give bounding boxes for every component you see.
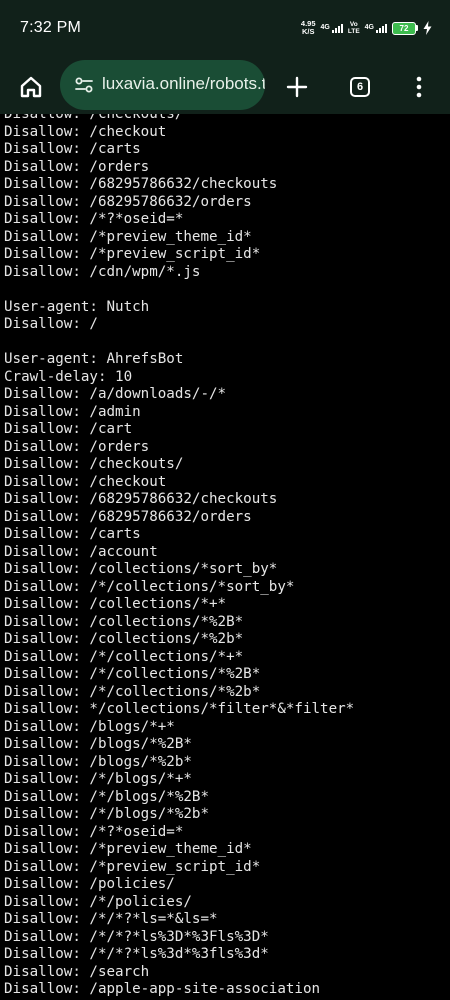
new-tab-button[interactable] (282, 72, 312, 102)
text-line: Disallow: /cdn/wpm/*.js (4, 263, 201, 280)
battery-icon: 72 (392, 21, 416, 35)
text-line: Disallow: /*/collections/*%2B* (4, 666, 261, 682)
text-line: User-agent: Nutch (4, 298, 150, 315)
text-line: Disallow: /blogs/*%2b* (4, 753, 192, 770)
text-line: Disallow: /cart (4, 421, 133, 437)
sim1-network-label: 4G (320, 23, 330, 31)
text-line: Disallow: /68295786632/checkouts (4, 491, 278, 507)
sim2-network-label: 4G (364, 23, 374, 31)
text-line: Disallow: /collections/*%2B* (4, 613, 244, 630)
browser-toolbar: luxavia.online/robots.txt 6 (0, 58, 450, 114)
text-line: Disallow: /*/*?*ls%3d*%3fls%3d* (4, 946, 269, 962)
more-vert-icon (415, 75, 423, 99)
text-line: Disallow: /collections/*%2b* (4, 631, 244, 647)
tab-count: 6 (350, 77, 370, 97)
text-line: Disallow: / (4, 316, 98, 332)
text-line: Disallow: /*/collections/*%2b* (4, 683, 261, 700)
text-line: Disallow: /68295786632/orders (4, 193, 252, 210)
battery-level: 72 (399, 23, 409, 33)
text-line: Disallow: /*/blogs/*+* (4, 771, 192, 787)
charging-bolt-icon (423, 21, 432, 35)
text-line: Disallow: /*/*?*ls=*&ls=* (4, 911, 218, 927)
signal-sim2-icon: 4G (364, 23, 387, 33)
network-speed-unit: K/S (301, 27, 315, 36)
robots-txt-content: Disallow: /checkouts/Disallow: /checkout… (0, 114, 450, 1000)
text-line: Disallow: /*/*?*ls%3D*%3Fls%3D* (4, 928, 269, 945)
text-line: Disallow: /apple-app-site-association (4, 981, 321, 997)
text-line: Disallow: /account (4, 543, 158, 560)
status-bar: 7:32 PM 4.95 K/S 4G Vo LTE 4G 72 (0, 0, 450, 58)
plus-icon (285, 75, 309, 99)
tab-switcher-button[interactable]: 6 (345, 72, 375, 102)
text-line: Disallow: /*preview_theme_id* (4, 841, 252, 857)
text-line: Disallow: /blogs/*+* (4, 718, 175, 735)
text-line (4, 334, 354, 352)
text-line: Disallow: /*/blogs/*%2B* (4, 788, 209, 805)
status-indicators: 4.95 K/S 4G Vo LTE 4G 72 (301, 17, 432, 39)
text-line: Disallow: /checkouts/ (4, 114, 184, 122)
text-line: Disallow: /*preview_script_id* (4, 246, 261, 262)
text-line: Disallow: /68295786632/checkouts (4, 176, 278, 192)
text-line: Disallow: /*/policies/ (4, 893, 192, 910)
text-line: Disallow: /*/collections/*sort_by* (4, 578, 295, 595)
text-line: Disallow: /*/collections/*+* (4, 648, 244, 665)
url-text: luxavia.online/robots.txt (102, 74, 265, 93)
text-line: Disallow: /a/downloads/-/* (4, 386, 227, 402)
home-icon (18, 74, 44, 100)
text-line: Disallow: /search (4, 963, 150, 980)
text-line: User-agent: AhrefsBot (4, 351, 184, 367)
text-line: Disallow: /checkouts/ (4, 456, 184, 472)
network-speed: 4.95 K/S (301, 20, 316, 36)
status-time: 7:32 PM (20, 19, 81, 36)
volte-bottom-label: LTE (347, 28, 360, 35)
text-line: Disallow: /*preview_script_id* (4, 858, 261, 875)
volte-icon: Vo LTE (348, 21, 360, 35)
text-line: Disallow: /admin (4, 403, 141, 420)
text-line: Disallow: /collections/*sort_by* (4, 561, 278, 577)
menu-button[interactable] (404, 72, 434, 102)
text-line: Disallow: /carts (4, 526, 141, 542)
text-line: Disallow: /policies/ (4, 876, 175, 892)
text-line: Disallow: /*/blogs/*%2b* (4, 806, 209, 822)
text-line: Disallow: */collections/*filter*&*filter… (4, 701, 355, 717)
text-line (4, 281, 354, 299)
text-line: Disallow: /*preview_theme_id* (4, 228, 252, 245)
text-line: Disallow: /carts (4, 141, 141, 157)
text-line: Disallow: /collections/*+* (4, 596, 227, 612)
robots-txt-lines: Disallow: /checkouts/Disallow: /checkout… (4, 114, 354, 999)
text-line: Disallow: /68295786632/orders (4, 508, 252, 525)
text-line: Disallow: /*?*oseid=* (4, 823, 184, 840)
text-line: Disallow: /checkout (4, 473, 167, 490)
text-line: Disallow: /*?*oseid=* (4, 211, 184, 227)
text-line: Disallow: /orders (4, 158, 150, 175)
home-button[interactable] (16, 72, 46, 102)
text-line: Disallow: /blogs/*%2B* (4, 736, 192, 752)
text-line: Disallow: /orders (4, 438, 150, 455)
text-line: Disallow: /checkout (4, 123, 167, 140)
signal-sim1-icon: 4G (320, 23, 343, 33)
volte-top-label: Vo (349, 21, 358, 28)
site-settings-icon[interactable] (74, 75, 94, 95)
text-line: Crawl-delay: 10 (4, 368, 133, 385)
address-bar[interactable]: luxavia.online/robots.txt (60, 60, 265, 110)
browser-screen: 7:32 PM 4.95 K/S 4G Vo LTE 4G 72 luxavia… (0, 0, 450, 1000)
